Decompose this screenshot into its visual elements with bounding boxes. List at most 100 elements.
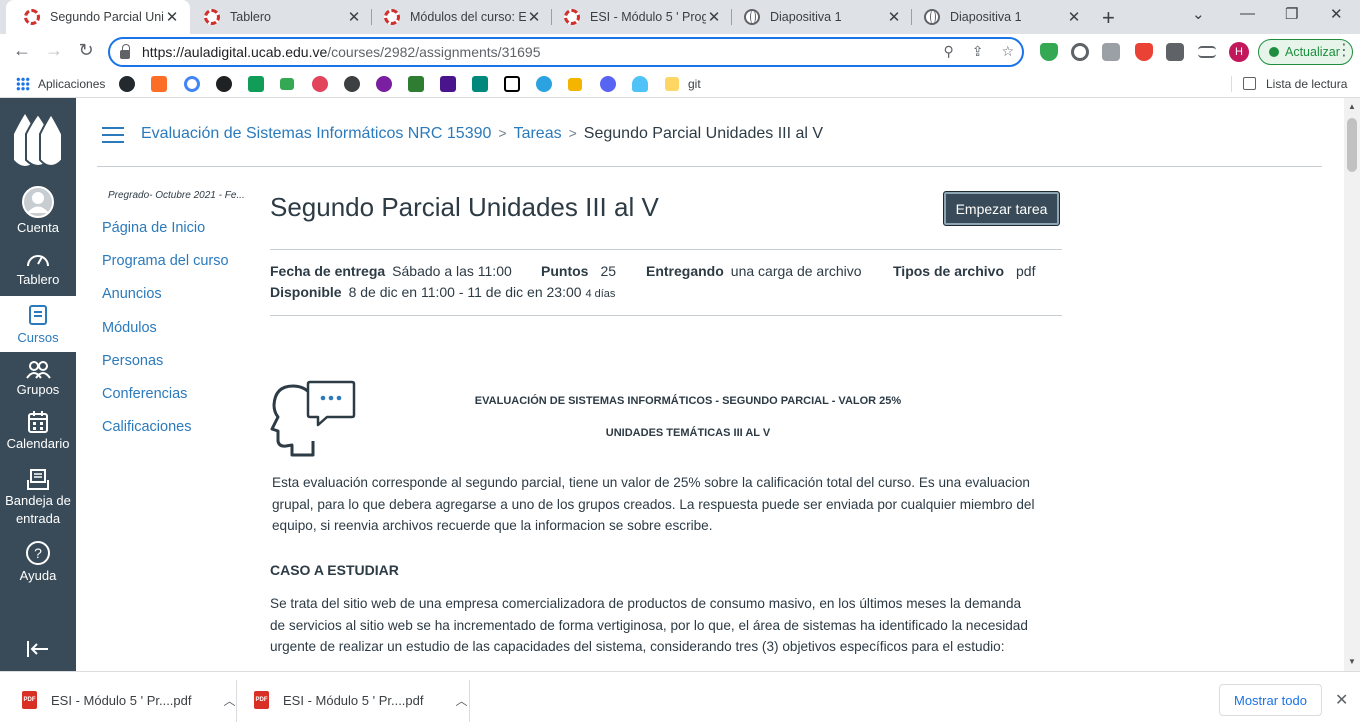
apps-grid-icon[interactable]	[16, 77, 30, 91]
media-control-icon[interactable]	[1198, 46, 1216, 58]
tab-modulos[interactable]: Módulos del curso: Ev ✕	[366, 0, 552, 34]
university-logo[interactable]	[12, 114, 64, 170]
tab-diapositiva-2[interactable]: Diapositiva 1 ✕	[906, 0, 1092, 34]
globe-icon	[744, 9, 760, 25]
reading-list-icon[interactable]	[1243, 77, 1256, 90]
shield-extension-icon[interactable]	[1040, 43, 1058, 61]
tab-search-icon[interactable]: ⌄	[1192, 5, 1205, 23]
cloud-icon[interactable]	[632, 76, 648, 92]
chart-icon[interactable]	[568, 78, 582, 91]
scroll-down-icon[interactable]: ▼	[1348, 657, 1356, 666]
discord-icon[interactable]	[600, 76, 616, 92]
reading-list-link[interactable]: Lista de lectura	[1266, 77, 1347, 91]
start-assignment-button[interactable]: Empezar tarea	[943, 191, 1060, 226]
page-title: Segundo Parcial Unidades III al V	[270, 192, 659, 222]
bookmark-apps[interactable]: Aplicaciones	[38, 77, 105, 91]
download-item[interactable]: PDF ESI - Módulo 5 ' Pr....pdf ︿	[22, 672, 236, 728]
chevron-up-icon[interactable]: ︿	[224, 692, 236, 709]
new-tab-button[interactable]: +	[1102, 5, 1115, 31]
course-nav-announcements[interactable]: Anuncios	[102, 286, 229, 319]
bookmark-icon[interactable]	[216, 76, 232, 92]
available-label: Disponible	[270, 284, 342, 300]
chat-icon[interactable]	[248, 76, 264, 92]
telegram-icon[interactable]	[536, 76, 552, 92]
nav-calendar[interactable]: Calendario	[0, 410, 76, 454]
bookmark-icon[interactable]	[440, 76, 456, 92]
address-bar[interactable]: https://auladigital.ucab.edu.ve/courses/…	[108, 37, 1024, 67]
bookmark-git[interactable]: git	[688, 77, 701, 91]
course-nav-people[interactable]: Personas	[102, 353, 229, 386]
close-icon[interactable]: ✕	[886, 8, 902, 26]
exam-heading: EVALUACIÓN DE SISTEMAS INFORMÁTICOS - SE…	[474, 395, 902, 407]
availability: Disponible 8 de dic en 11:00 - 11 de dic …	[270, 282, 615, 305]
nav-inbox[interactable]: Bandeja de entrada	[0, 468, 76, 528]
udemy-icon[interactable]	[376, 76, 392, 92]
globe-icon[interactable]	[344, 76, 360, 92]
case-line: de servicios al sitio web se ha incremen…	[270, 617, 1028, 633]
reload-icon[interactable]: ↻	[74, 40, 98, 61]
course-nav-syllabus[interactable]: Programa del curso	[102, 253, 229, 286]
puzzle-icon[interactable]	[1166, 43, 1184, 61]
scroll-thumb[interactable]	[1347, 118, 1357, 172]
course-nav-modules[interactable]: Módulos	[102, 320, 229, 353]
tab-diapositiva-1[interactable]: Diapositiva 1 ✕	[726, 0, 912, 34]
zoom-search-icon[interactable]: ⚲	[943, 43, 953, 60]
tab-esi-modulo5[interactable]: ESI - Módulo 5 ' Prog ✕	[546, 0, 732, 34]
course-nav-conferences[interactable]: Conferencias	[102, 386, 229, 419]
course-navigation: Página de Inicio Programa del curso Anun…	[102, 220, 229, 452]
course-menu-toggle-icon[interactable]	[102, 127, 124, 143]
nav-groups[interactable]: Grupos	[0, 360, 76, 404]
extension-icon[interactable]	[1135, 43, 1153, 61]
bookmark-separator	[1231, 76, 1232, 92]
extension-icon[interactable]	[1102, 43, 1120, 61]
chevron-up-icon[interactable]: ︿	[456, 692, 468, 709]
bookmark-icon[interactable]	[472, 76, 488, 92]
tab-segundo-parcial[interactable]: Segundo Parcial Unidades ✕	[6, 0, 190, 34]
kebab-menu-icon[interactable]: ⋮	[1332, 40, 1356, 60]
bookmark-icon[interactable]	[408, 76, 424, 92]
forward-icon[interactable]: →	[42, 40, 66, 61]
bars-icon[interactable]	[280, 78, 294, 90]
close-icon[interactable]: ✕	[346, 8, 362, 26]
nav-help[interactable]: ? Ayuda	[0, 540, 76, 584]
close-icon[interactable]: ✕	[1335, 690, 1348, 710]
github-icon[interactable]	[119, 76, 135, 92]
avatar	[22, 186, 54, 218]
submission-type: Entregando una carga de archivo	[646, 261, 862, 282]
nav-account[interactable]: Cuenta	[0, 186, 76, 240]
nav-courses[interactable]: Cursos	[0, 296, 76, 352]
share-icon[interactable]: ⇪	[972, 43, 984, 60]
close-icon[interactable]: ✕	[706, 8, 722, 26]
google-icon[interactable]	[184, 76, 200, 92]
scroll-up-icon[interactable]: ▲	[1348, 102, 1356, 111]
course-nav-home[interactable]: Página de Inicio	[102, 220, 229, 253]
download-item[interactable]: PDF ESI - Módulo 5 ' Pr....pdf ︿	[254, 672, 468, 728]
breadcrumb-divider	[97, 166, 1322, 167]
back-icon[interactable]: ←	[10, 40, 34, 61]
profile-avatar[interactable]: H	[1229, 42, 1249, 62]
minimize-button[interactable]: —	[1240, 5, 1255, 22]
close-icon[interactable]: ✕	[164, 8, 180, 26]
nav-dashboard[interactable]: Tablero	[0, 250, 76, 294]
collapse-nav-icon[interactable]	[26, 640, 50, 658]
close-icon[interactable]: ✕	[526, 8, 542, 26]
course-nav-grades[interactable]: Calificaciones	[102, 419, 229, 452]
filetypes-label: Tipos de archivo	[893, 263, 1004, 279]
page-scrollbar[interactable]: ▲ ▼	[1344, 98, 1360, 671]
gitlab-icon[interactable]	[151, 76, 167, 92]
canvas-icon	[564, 9, 580, 25]
extension-icon[interactable]	[1071, 43, 1089, 61]
tab-tablero[interactable]: Tablero ✕	[186, 0, 372, 34]
star-icon[interactable]: ☆	[1001, 43, 1014, 60]
breadcrumb-assignments-link[interactable]: Tareas	[514, 125, 562, 142]
pdf-file-icon: PDF	[254, 691, 269, 709]
show-all-downloads-button[interactable]: Mostrar todo	[1219, 684, 1322, 716]
asana-icon[interactable]	[312, 76, 328, 92]
close-window-button[interactable]: ✕	[1330, 5, 1343, 23]
close-icon[interactable]: ✕	[1066, 8, 1082, 26]
notion-icon[interactable]	[504, 76, 520, 92]
breadcrumb-course-link[interactable]: Evaluación de Sistemas Informáticos NRC …	[141, 125, 491, 142]
restore-button[interactable]: ❐	[1285, 5, 1298, 23]
globe-icon	[924, 9, 940, 25]
folder-icon[interactable]	[665, 77, 679, 91]
